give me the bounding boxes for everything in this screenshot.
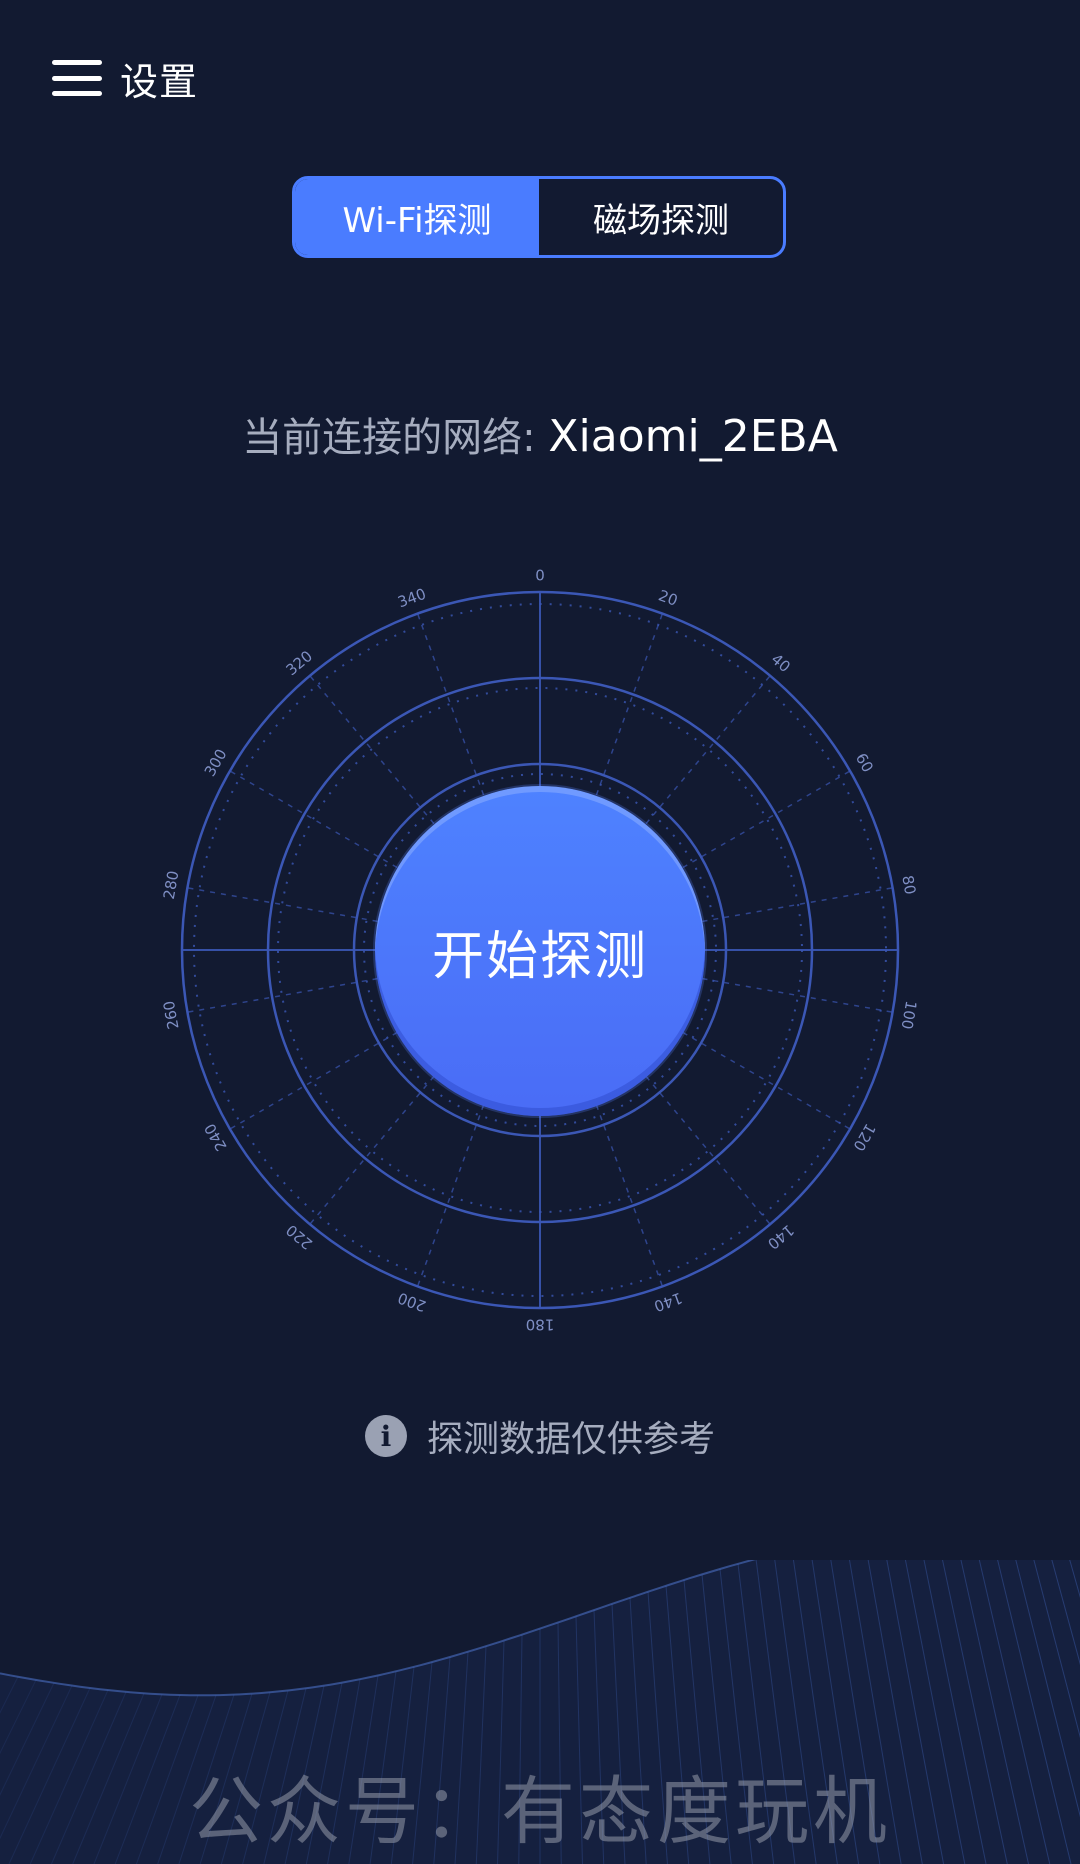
wifi-detector-screen: 设置 Wi-Fi探测 磁场探测 当前连接的网络: Xiaomi_2EBA 0 20… xyxy=(0,0,1080,1864)
radar-tick-label: 120 xyxy=(849,1120,879,1154)
radar-tick-label: 260 xyxy=(160,999,183,1030)
radar-tick-label: 240 xyxy=(201,1120,231,1154)
disclaimer-text: 探测数据仅供参考 xyxy=(426,1419,715,1460)
start-detect-button[interactable]: 开始探测 xyxy=(375,786,705,1116)
radar-tick-label: 200 xyxy=(395,1289,428,1316)
disclaimer: i 探测数据仅供参考 xyxy=(0,1410,1080,1462)
watermark-text: 公众号：有态度玩机 xyxy=(189,1769,891,1855)
radar-tick-label: 300 xyxy=(201,746,231,780)
radar-tick-label: 100 xyxy=(897,999,920,1030)
radar-tick-label: 180 xyxy=(526,1316,555,1334)
info-icon: i xyxy=(364,1415,407,1457)
radar-dial: 0204060801001201401401802002202402602803… xyxy=(160,567,920,1334)
radar-tick-label: 0 xyxy=(535,567,545,585)
radar-tick-label: 280 xyxy=(160,869,183,900)
radar-tick-label: 40 xyxy=(768,650,794,676)
radar-tick-label: 80 xyxy=(898,874,919,896)
radar-tick-label: 140 xyxy=(652,1289,685,1316)
radar-tick-label: 340 xyxy=(395,585,428,612)
radar-tick-label: 20 xyxy=(656,586,680,609)
radar-tick-label: 60 xyxy=(852,750,877,776)
